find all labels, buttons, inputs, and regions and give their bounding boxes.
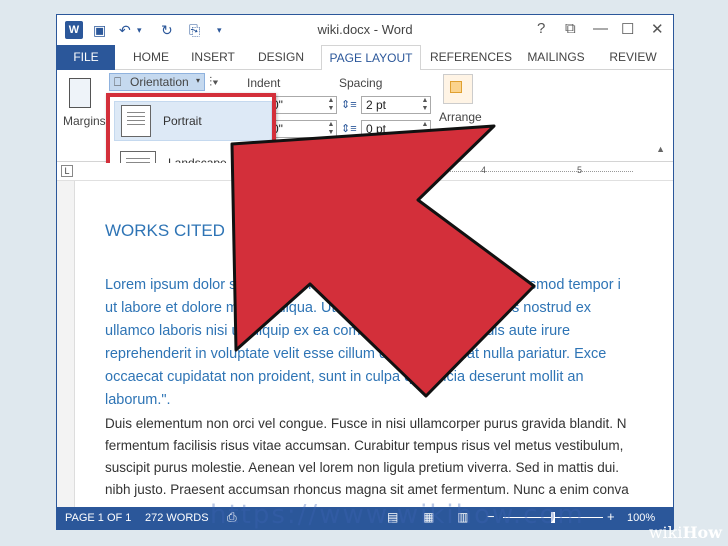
collapse-ribbon-icon[interactable]: ▲	[656, 144, 665, 154]
zoom-in-button[interactable]: +	[607, 509, 615, 524]
chevron-down-icon: ▾	[195, 76, 200, 85]
text-line: nibh justo. Praesent accumsan rhoncus ma…	[105, 482, 629, 497]
spacing-label: Spacing	[339, 76, 383, 90]
text-line: occaecat cupidatat non proident, sunt in…	[105, 369, 584, 385]
indent-left-input[interactable]: 0" ▲ ▼	[267, 96, 337, 114]
orientation-button[interactable]: ⎕ Orientation ▾	[109, 73, 205, 91]
page-count[interactable]: PAGE 1 OF 1	[65, 512, 131, 524]
watermark-text: https://www.wikihow.com	[210, 500, 585, 530]
window-title: wiki.docx - Word	[317, 22, 413, 37]
document-page[interactable]: WORKS CITED Lorem ipsum dolor sit amet, …	[77, 181, 673, 507]
paragraph-1: Lorem ipsum dolor sit amet, consectetur …	[105, 274, 673, 412]
help-button[interactable]: ?	[537, 20, 545, 37]
margins-label[interactable]: Margins	[63, 114, 106, 128]
portrait-label: Portrait	[163, 114, 202, 128]
spacing-before-input[interactable]: 2 pt ▲ ▼	[361, 96, 431, 114]
ruler-tick: 4	[481, 165, 487, 175]
word-count[interactable]: 272 WORDS	[145, 512, 209, 524]
tab-file[interactable]: FILE	[57, 45, 115, 70]
spacing-before-icon: ⇕≡	[341, 99, 357, 111]
tab-insert[interactable]: INSERT	[187, 45, 239, 70]
title-bar: W ▣ ↶ ▾ ↻ ⎘ ▾ wiki.docx - Word ? ⧉ — ☐ ✕	[57, 15, 673, 45]
tab-page-layout[interactable]: PAGE LAYOUT	[321, 45, 421, 71]
tab-home[interactable]: HOME	[125, 45, 177, 70]
vertical-ruler[interactable]	[57, 181, 75, 507]
ribbon-display-options-button[interactable]: ⧉	[565, 20, 576, 37]
orientation-portrait-item[interactable]: Portrait	[114, 101, 272, 141]
document-heading: WORKS CITED	[105, 221, 225, 240]
wikihow-logo: wikiHow	[648, 523, 722, 542]
orientation-icon: ⎕	[114, 75, 122, 89]
orientation-label: Orientation	[130, 75, 189, 89]
text-line: suscipit purus molestie. Aenean vel lore…	[105, 460, 619, 475]
indent-right-input[interactable]: 0" ▲ ▼	[267, 120, 337, 138]
text-line: reprehenderit in voluptate velit esse ci…	[105, 346, 607, 362]
text-line: Lorem ipsum dolor sit amet, consectetur …	[105, 277, 621, 293]
text-line: Duis elementum non orci vel congue. Fusc…	[105, 416, 627, 431]
minimize-button[interactable]: —	[593, 20, 608, 37]
tab-selector-icon[interactable]: L	[61, 165, 73, 177]
indent-label: Indent	[247, 76, 281, 90]
tab-review[interactable]: REVIEW	[603, 45, 663, 70]
arrange-icon[interactable]	[443, 74, 473, 104]
margins-icon[interactable]	[69, 78, 91, 108]
tab-references[interactable]: REFERENCES	[429, 45, 513, 70]
horizontal-ruler[interactable]: L 4 5	[57, 163, 673, 181]
ribbon-tabs: FILE HOME INSERT DESIGN PAGE LAYOUT REFE…	[57, 45, 673, 71]
word-window: W ▣ ↶ ▾ ↻ ⎘ ▾ wiki.docx - Word ? ⧉ — ☐ ✕…	[56, 14, 674, 530]
text-line: ullamco laboris nisi ut aliquip ex ea co…	[105, 323, 571, 339]
text-line: ut labore et dolore magna aliqua. Ut eni…	[105, 300, 592, 316]
paragraph-2: Duis elementum non orci vel congue. Fusc…	[105, 413, 673, 501]
spacing-after-icon: ⇕≡	[341, 123, 357, 135]
arrange-label[interactable]: Arrange	[439, 110, 482, 124]
text-line: fermentum facilisis risus vitae accumsan…	[105, 438, 624, 453]
portrait-page-icon	[121, 105, 151, 137]
text-line: laborum.".	[105, 392, 171, 408]
spacing-after-input[interactable]: 0 pt ▲ ▼	[361, 120, 431, 138]
tab-design[interactable]: DESIGN	[253, 45, 309, 70]
tab-mailings[interactable]: MAILINGS	[523, 45, 589, 70]
close-button[interactable]: ✕	[651, 20, 664, 38]
ruler-tick: 5	[577, 165, 583, 175]
breaks-icon[interactable]: ⫶▾	[209, 74, 219, 90]
maximize-button[interactable]: ☐	[621, 20, 634, 38]
